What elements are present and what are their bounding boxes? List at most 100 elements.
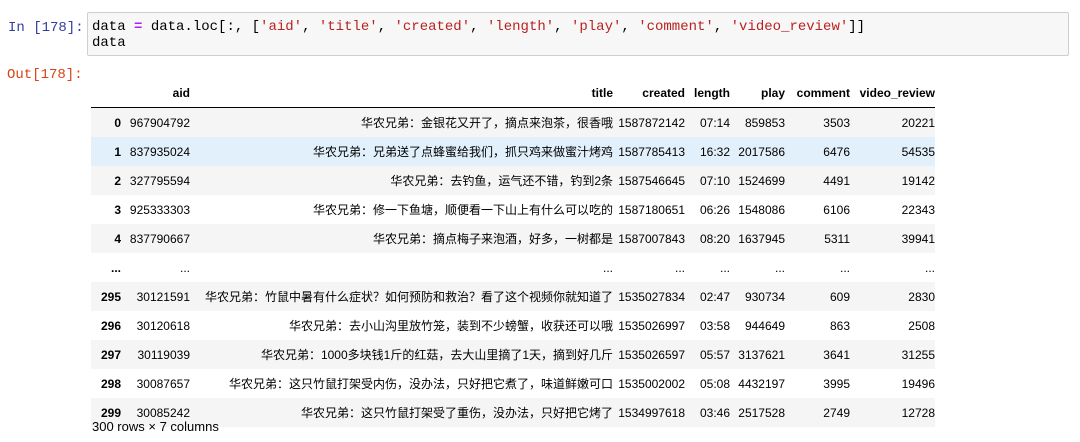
cell-title: 华农兄弟：去钓鱼，运气还不错，钓到2条 [390,174,613,188]
cell-created: 1587872142 [618,115,685,130]
cell-video-review: 2830 [908,289,935,304]
cell-length: 16:32 [699,144,730,159]
cell-length: 03:46 [699,405,730,420]
cell-comment: 3503 [823,115,850,130]
dataframe-table: aid title created length play comment vi… [91,78,935,427]
code-col-video-review: 'video_review' [730,19,849,35]
cell-video-review: 19496 [901,376,935,391]
cell-comment: 3641 [823,347,850,362]
cell-created: 1587007843 [618,231,685,246]
index-header [91,78,121,108]
cell-created: 1535026597 [618,347,685,362]
cell-aid: 30087657 [136,376,190,391]
cell-length: 08:20 [699,231,730,246]
code-col-comment: 'comment' [638,19,714,35]
column-header-comment: comment [785,78,850,108]
cell-created: 1587785413 [618,144,685,159]
code-var: data [92,19,126,35]
row-index: 298 [100,376,121,391]
cell-title: 华农兄弟：这只竹鼠打架受内伤，没办法，只好把它煮了，味道鲜嫩可口 [228,377,613,391]
cell-play: 1548086 [738,202,785,217]
code-col-aid: 'aid' [260,19,303,35]
cell-title: 华农兄弟：金银花又开了，摘点来泡茶，很香哦 [360,116,613,130]
row-index: 0 [114,115,121,130]
cell-created: 1535002002 [618,376,685,391]
cell-aid: 837790667 [129,231,190,246]
cell-play: 859853 [744,115,785,130]
cell-video-review: 39941 [901,231,935,246]
table-header-row: aid title created length play comment vi… [91,78,935,108]
table-row: 2 327795594 华农兄弟：去钓鱼，运气还不错，钓到2条 1587546645 0… [91,166,935,195]
cell-comment: 863 [829,318,850,333]
cell-title: 华农兄弟：1000多块钱1斤的红菇，去大山里摘了1天，摘到好几斤 [260,348,613,362]
code-col-created: 'created' [394,19,471,35]
code-col-length: 'length' [486,19,555,35]
cell-aid: 30119039 [137,347,191,362]
row-index: ... [110,260,121,275]
cell-aid: 327795594 [129,173,190,188]
row-index: 4 [114,231,121,246]
cell-play: 944649 [744,318,785,333]
dataframe-shape-footer: 300 rows × 7 columns [92,419,219,434]
cell-aid: 30120618 [136,318,190,333]
cell-comment: 609 [829,289,850,304]
cell-length: 05:08 [699,376,730,391]
cell-video-review: ... [924,260,935,275]
cell-comment: 4491 [823,173,850,188]
code-input-cell[interactable]: data = data.loc[:, ['aid', 'title', 'cre… [87,12,1069,56]
cell-created: 1535026997 [618,318,685,333]
column-header-video-review: video_review [850,78,935,108]
cell-comment: 6106 [823,202,850,217]
cell-length: 03:58 [699,318,730,333]
column-header-length: length [685,78,730,108]
code-line-1: data = data.loc[:, ['aid', 'title', 'cre… [92,19,866,35]
cell-length: ... [719,260,730,275]
cell-video-review: 22343 [901,202,935,217]
table-row: 298 30087657 华农兄弟：这只竹鼠打架受内伤，没办法，只好把它煮了，味道鲜… [91,369,935,398]
table-row: 4 837790667 华农兄弟：摘点梅子来泡酒，好多，一树都是 1587007843… [91,224,935,253]
cell-length: 07:14 [699,115,730,130]
cell-play: 930734 [744,289,785,304]
cell-created: 1535027834 [618,289,685,304]
input-prompt: In [178]: [8,20,84,36]
cell-created: 1587180651 [618,202,685,217]
cell-length: 06:26 [699,202,730,217]
code-close-brackets: ]] [848,19,866,35]
cell-play: 2017586 [738,144,785,159]
cell-comment: 6476 [823,144,850,159]
cell-aid: 967904792 [129,115,190,130]
row-index: 3 [114,202,121,217]
cell-title: 华农兄弟：这只竹鼠打架受了重伤，没办法，只好把它烤了 [300,406,613,420]
cell-length: 05:57 [699,347,730,362]
column-header-aid: aid [121,78,190,108]
cell-video-review: 19142 [901,173,935,188]
cell-comment: 2749 [823,405,850,420]
cell-aid: 925333303 [129,202,190,217]
cell-play: 2517528 [738,405,785,420]
cell-aid: ... [179,260,190,275]
cell-title: 华农兄弟：去小山沟里放竹笼，装到不少螃蟹，收获还可以哦 [288,319,613,333]
cell-play: ... [774,260,785,275]
cell-play: 3137621 [738,347,785,362]
row-index: 295 [100,289,121,304]
table-row: 3 925333303 华农兄弟：修一下鱼塘，顺便看一下山上有什么可以吃的 15871… [91,195,935,224]
cell-play: 1637945 [738,231,785,246]
table-row: ........................ [91,253,935,282]
table-row: 295 30121591 华农兄弟：竹鼠中暑有什么症状？如何预防和救治？看了这个视频… [91,282,935,311]
cell-video-review: 2508 [908,318,935,333]
column-header-play: play [730,78,785,108]
code-col-play: 'play' [570,19,622,35]
cell-play: 4432197 [738,376,785,391]
output-prompt: Out[178]: [7,67,83,83]
cell-aid: 30121591 [136,289,190,304]
code-assign-op: = [134,19,143,35]
cell-created: 1534997618 [618,405,685,420]
row-index: 2 [114,173,121,188]
code-line-2: data [92,35,126,51]
cell-title: 华农兄弟：修一下鱼塘，顺便看一下山上有什么可以吃的 [312,203,613,217]
cell-comment: 5311 [824,231,850,246]
cell-title: 华农兄弟：摘点梅子来泡酒，好多，一树都是 [372,232,613,246]
cell-video-review: 20221 [901,115,935,130]
table-row: 296 30120618 华农兄弟：去小山沟里放竹笼，装到不少螃蟹，收获还可以哦 15… [91,311,935,340]
cell-title: 华农兄弟：兄弟送了点蜂蜜给我们，抓只鸡来做蜜汁烤鸡 [312,145,613,159]
